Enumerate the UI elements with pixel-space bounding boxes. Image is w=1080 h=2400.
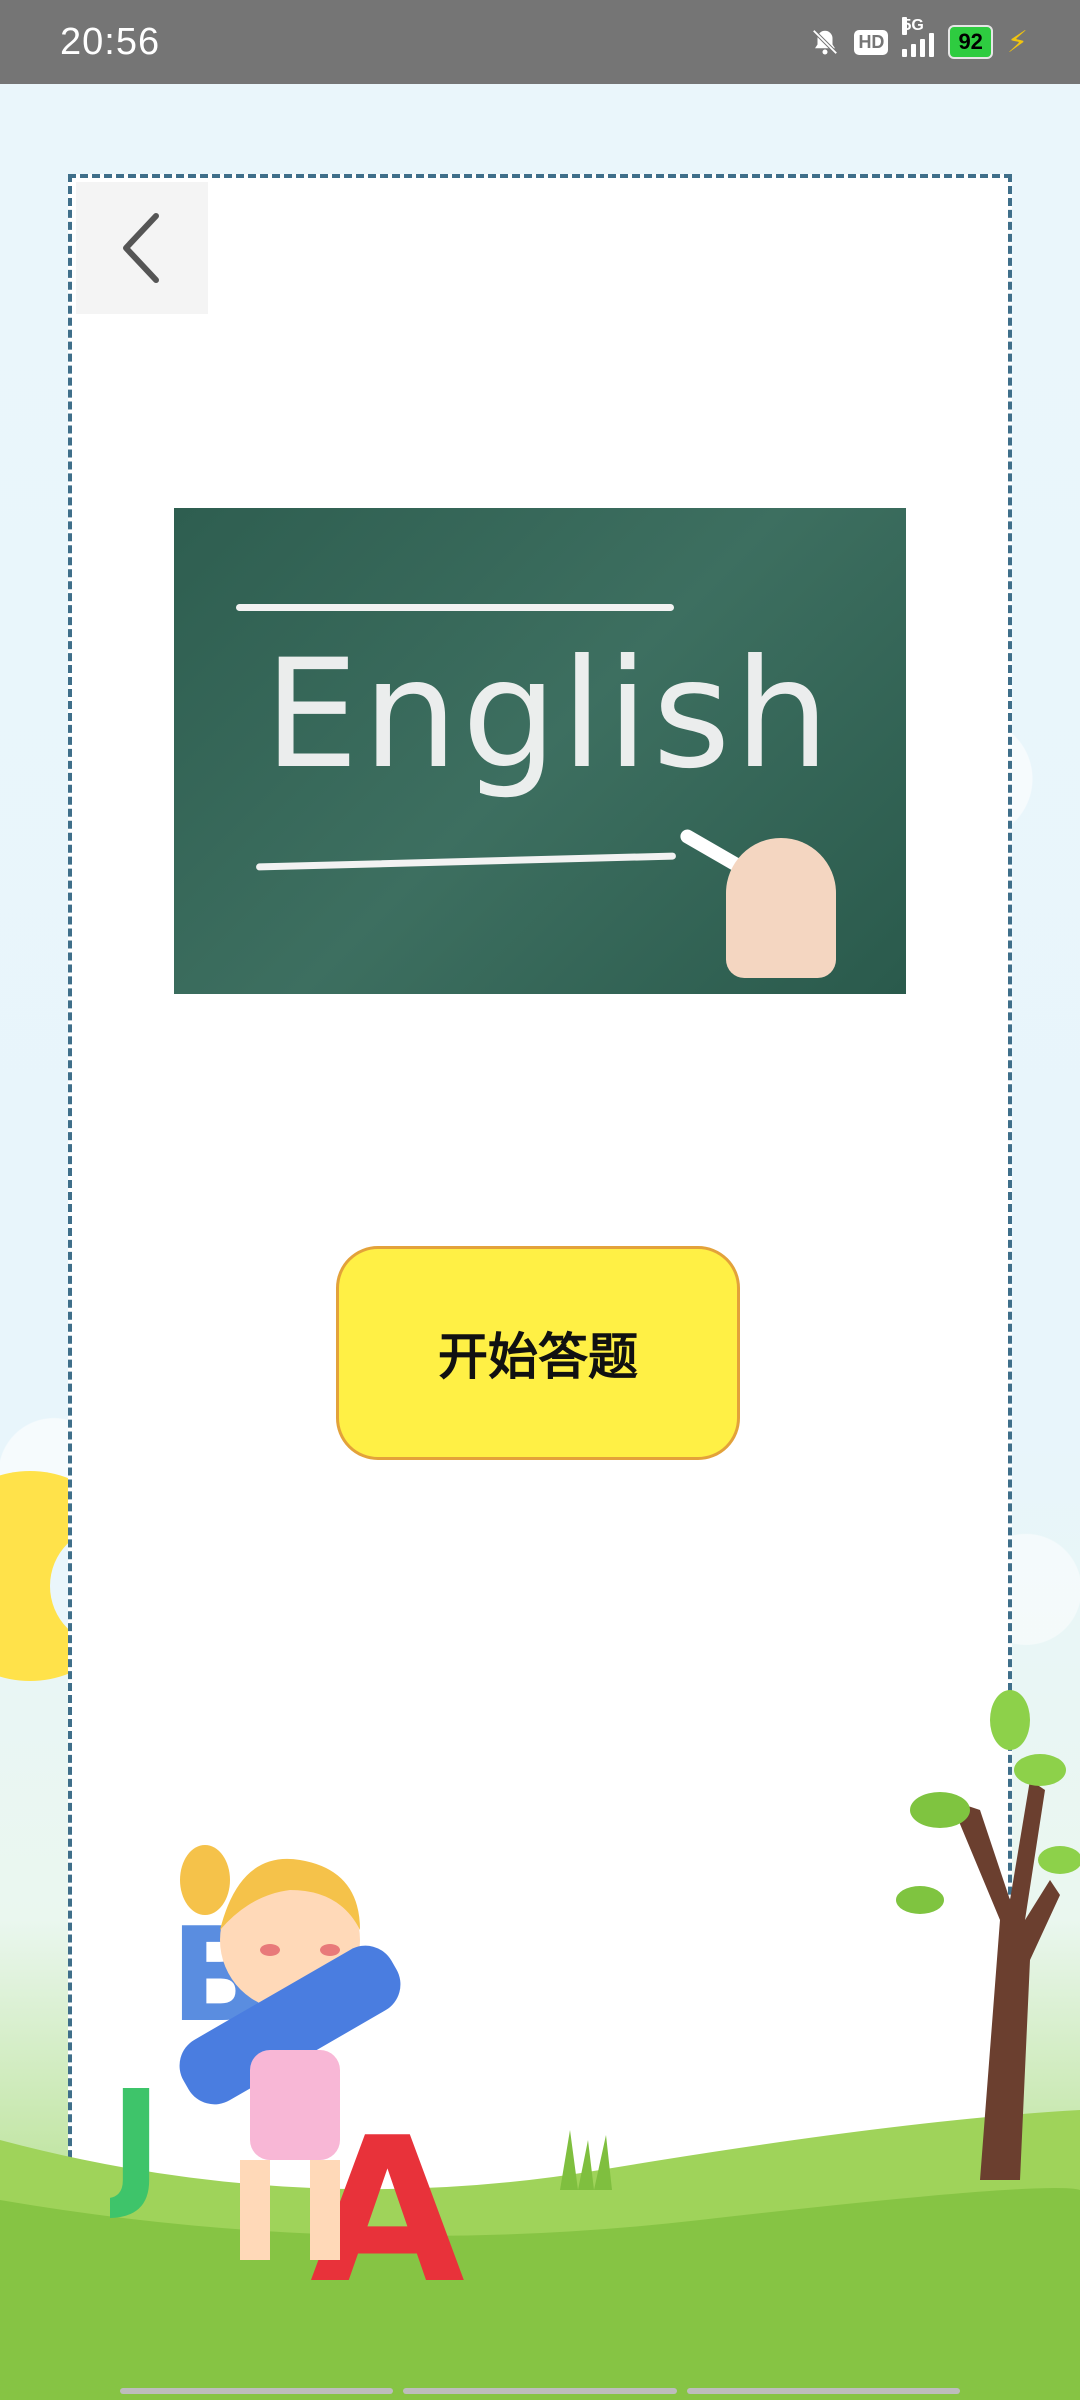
charging-icon: ⚡ bbox=[1006, 25, 1028, 59]
chalk-line bbox=[236, 604, 674, 611]
girl-with-pencil-illustration: B J A bbox=[110, 1845, 465, 2300]
hero-text: English bbox=[264, 628, 834, 802]
english-chalkboard-image: English bbox=[174, 508, 906, 994]
tree-decoration bbox=[896, 1690, 1080, 2180]
network-type: 5G bbox=[902, 17, 924, 35]
signal-icon: 5G bbox=[902, 17, 935, 57]
back-button[interactable] bbox=[76, 182, 208, 314]
status-icons: HD 5G 92 ⚡ bbox=[810, 17, 1028, 60]
status-bar: 20:56 HD 5G 92 ⚡ bbox=[0, 0, 1080, 84]
hand-illustration bbox=[726, 838, 836, 978]
hd-icon: HD bbox=[854, 29, 889, 55]
gesture-nav-bar bbox=[120, 2388, 960, 2394]
chalk-underline bbox=[255, 852, 677, 871]
battery-icon: 92 bbox=[948, 25, 993, 59]
status-time: 20:56 bbox=[60, 20, 161, 63]
bell-off-icon bbox=[812, 29, 839, 55]
svg-text:J: J bbox=[110, 2061, 162, 2224]
chevron-left-icon bbox=[123, 213, 159, 283]
start-quiz-button[interactable]: 开始答题 bbox=[336, 1246, 740, 1460]
